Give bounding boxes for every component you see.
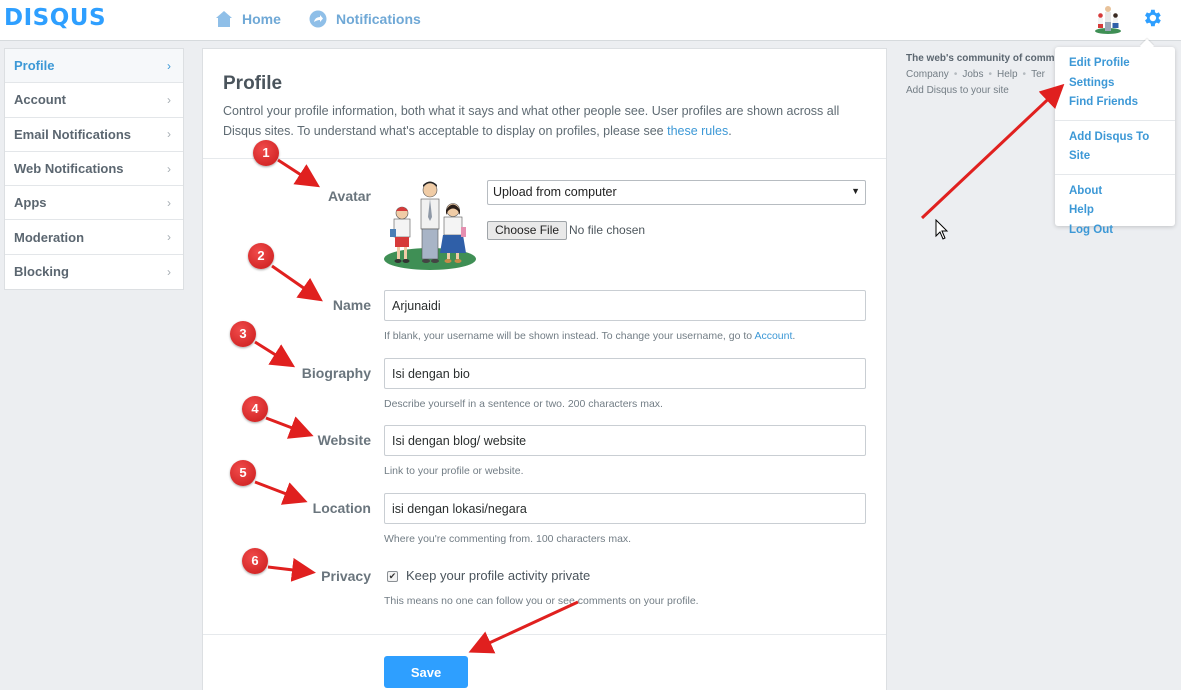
menu-item-help[interactable]: Help [1055,201,1175,221]
footer-separator: • [1022,69,1027,80]
menu-divider [1055,119,1175,121]
footer-separator: • [988,69,992,80]
chevron-right-icon: › [167,58,171,73]
settings-dropdown-menu: Edit Profile Settings Find Friends Add D… [1055,47,1175,236]
site-footer: The web's community of commu Company • Job… [906,51,1061,99]
mouse-cursor-icon [935,219,949,240]
avatar-source-value: Upload from computer [493,185,617,199]
sidebar-item-profile[interactable]: Profile › [5,49,183,84]
footer-link-terms[interactable]: Ter [1031,69,1045,80]
sidebar-item-web-notifications[interactable]: Web Notifications › [5,152,183,187]
dropdown-caret-icon: ▼ [851,186,860,196]
top-navbar: DISQUS Home Notifications [0,0,1181,41]
footer-link-help[interactable]: Help [997,69,1018,80]
sidebar-item-label: Account [14,92,66,108]
annotation-marker-1: 1 [253,140,279,166]
avatar-image [384,181,476,270]
name-help-text: If blank, your username will be shown in… [384,330,755,342]
annotation-marker-6: 6 [242,548,268,574]
these-rules-link[interactable]: these rules [667,124,728,138]
sidebar-item-label: Email Notifications [14,126,132,142]
name-input[interactable] [384,290,866,321]
chevron-right-icon: › [167,92,171,107]
chevron-right-icon: › [167,264,171,279]
sidebar-item-apps[interactable]: Apps › [5,186,183,221]
nav-notifications-link[interactable]: Notifications [309,10,421,28]
page-description: Control your profile information, both w… [223,101,863,141]
chevron-right-icon: › [167,161,171,176]
biography-help: Describe yourself in a sentence or two. … [384,398,663,410]
profile-panel: Profile Control your profile information… [202,48,887,690]
menu-item-edit-profile[interactable]: Edit Profile [1055,54,1175,74]
nav-home-label: Home [242,11,281,27]
location-help: Where you're commenting from. 100 charac… [384,533,632,545]
name-help: If blank, your username will be shown in… [384,330,795,342]
biography-label: Biography [301,365,371,381]
privacy-help: This means no one can follow you or see … [384,595,699,607]
panel-header: Profile Control your profile information… [203,49,886,159]
annotation-marker-5: 5 [230,460,256,486]
chevron-right-icon: › [167,195,171,210]
name-label: Name [332,297,371,313]
sidebar-item-email-notifications[interactable]: Email Notifications › [5,118,183,152]
footer-link-company[interactable]: Company [906,69,949,80]
website-label: Website [317,432,371,448]
location-label: Location [312,500,371,516]
chevron-right-icon: › [167,230,171,245]
footer-tagline: The web's community of commu [906,53,1061,64]
menu-item-log-out[interactable]: Log Out [1055,221,1175,241]
nav-home-link[interactable]: Home [215,10,281,28]
annotation-marker-3: 3 [230,321,256,347]
menu-item-add-disqus-to-site[interactable]: Add Disqus To Site [1055,128,1175,167]
location-input[interactable] [384,493,866,524]
notification-icon [309,10,327,28]
annotation-marker-2: 2 [248,243,274,269]
description-suffix: . [728,124,732,138]
sidebar-item-label: Web Notifications [14,161,124,177]
annotation-arrow-settings [920,83,1065,220]
user-avatar[interactable] [1093,4,1123,34]
privacy-checkbox-label[interactable]: Keep your profile activity private [406,568,590,583]
nav-notifications-label: Notifications [336,11,421,27]
footer-separator: • [953,69,958,80]
annotation-marker-4: 4 [242,396,268,422]
sidebar-item-label: Moderation [14,229,85,245]
name-help-suffix: . [792,330,796,342]
chevron-right-icon: › [167,127,171,142]
biography-input[interactable] [384,358,866,389]
website-input[interactable] [384,425,866,456]
avatar-label: Avatar [327,188,371,204]
sidebar-item-label: Profile [14,58,55,74]
privacy-label: Privacy [321,568,371,584]
menu-item-about[interactable]: About [1055,182,1175,202]
avatar-source-select[interactable]: Upload from computer ▼ [487,180,866,205]
website-help: Link to your profile or website. [384,465,524,477]
footer-add-disqus-link[interactable]: Add Disqus to your site [906,83,1061,99]
settings-sidebar: Profile › Account › Email Notifications … [4,48,184,291]
menu-divider [1055,173,1175,175]
privacy-checkbox[interactable]: ✔ [387,571,398,582]
description-text: Control your profile information, both w… [223,104,840,138]
save-button[interactable]: Save [384,656,468,688]
home-icon [216,11,232,27]
sidebar-item-moderation[interactable]: Moderation › [5,220,183,255]
sidebar-item-blocking[interactable]: Blocking › [5,255,183,289]
sidebar-item-label: Apps [14,195,47,211]
sidebar-item-label: Blocking [14,264,69,280]
panel-divider [203,634,886,635]
menu-item-find-friends[interactable]: Find Friends [1055,93,1175,113]
account-link[interactable]: Account [754,330,792,342]
gear-icon[interactable] [1141,7,1163,29]
footer-link-jobs[interactable]: Jobs [962,69,983,80]
footer-links: Company • Jobs • Help • Ter [906,67,1061,83]
menu-item-settings[interactable]: Settings [1055,74,1175,94]
file-status: No file chosen [569,223,646,237]
choose-file-button[interactable]: Choose File [487,221,568,240]
page-title: Profile [223,73,283,94]
sidebar-item-account[interactable]: Account › [5,83,183,118]
disqus-logo[interactable]: DISQUS [4,5,106,31]
